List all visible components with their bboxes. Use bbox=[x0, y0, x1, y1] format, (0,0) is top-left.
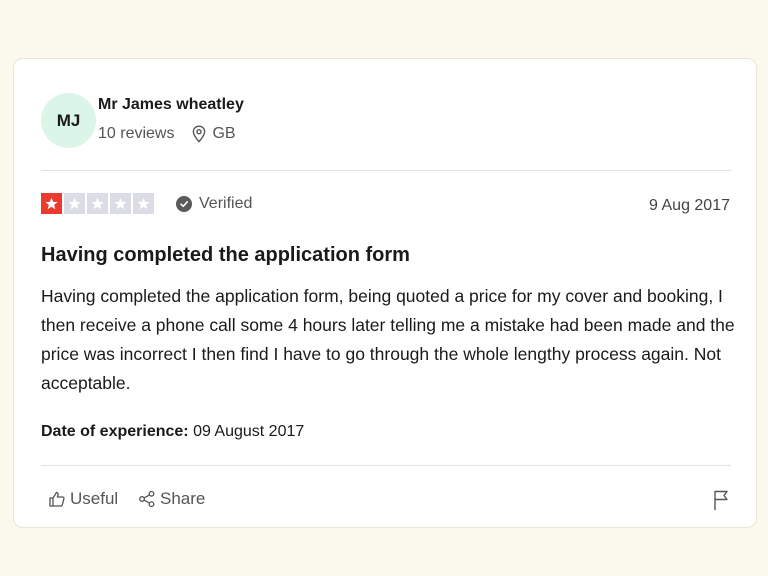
avatar-initials: MJ bbox=[56, 110, 81, 130]
review-card: MJ Mr James wheatley 10 reviews GB Verif… bbox=[13, 58, 757, 528]
share-button[interactable]: Share bbox=[138, 489, 205, 509]
check-icon bbox=[176, 196, 192, 212]
star-rating bbox=[41, 193, 156, 214]
star-empty-icon bbox=[110, 193, 131, 214]
share-icon bbox=[139, 490, 155, 508]
star-empty-icon bbox=[64, 193, 85, 214]
reviewer-country: GB bbox=[212, 125, 236, 142]
reviewer-name[interactable]: Mr James wheatley bbox=[98, 96, 244, 114]
useful-button[interactable]: Useful bbox=[48, 489, 118, 509]
verified-badge[interactable]: Verified bbox=[176, 195, 252, 213]
report-button[interactable] bbox=[712, 489, 730, 516]
experience-date: 09 August 2017 bbox=[193, 423, 305, 440]
reviewer-meta: 10 reviews GB bbox=[98, 125, 236, 143]
star-empty-icon bbox=[133, 193, 154, 214]
header-divider bbox=[41, 170, 731, 171]
review-date: 9 Aug 2017 bbox=[649, 197, 730, 214]
thumbs-up-icon bbox=[49, 491, 65, 507]
star-empty-icon bbox=[87, 193, 108, 214]
review-title[interactable]: Having completed the application form bbox=[41, 244, 410, 267]
flag-icon bbox=[714, 490, 728, 510]
share-label: Share bbox=[160, 489, 206, 508]
useful-label: Useful bbox=[70, 489, 119, 508]
footer-divider bbox=[41, 465, 731, 466]
star-filled-icon bbox=[41, 193, 62, 214]
date-of-experience: Date of experience: 09 August 2017 bbox=[41, 423, 304, 441]
verified-label: Verified bbox=[199, 195, 253, 212]
avatar[interactable]: MJ bbox=[41, 93, 96, 148]
reviews-count: 10 reviews bbox=[98, 125, 175, 142]
review-body: Having completed the application form, b… bbox=[41, 286, 735, 393]
experience-label: Date of experience: bbox=[41, 423, 189, 440]
location-pin-icon bbox=[192, 125, 206, 143]
